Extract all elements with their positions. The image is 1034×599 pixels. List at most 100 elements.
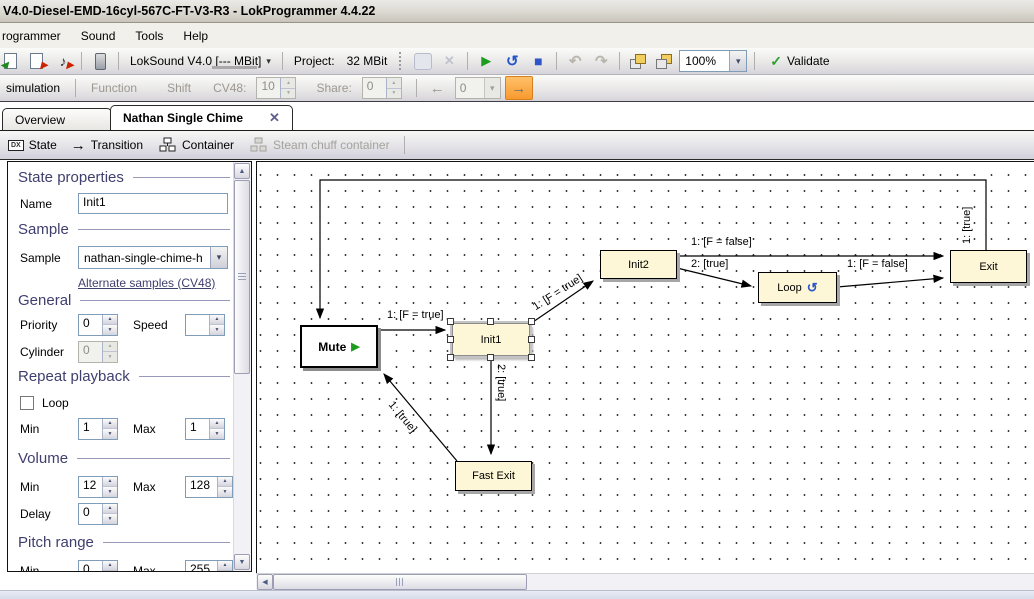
add-transition-button[interactable]: → Transition: [71, 137, 143, 154]
tab-overview[interactable]: Overview: [2, 108, 112, 130]
delay-stepper[interactable]: 0 ▲▼: [78, 503, 118, 525]
state-button-label: State: [29, 138, 57, 152]
step-value: 0: [456, 81, 484, 95]
share-stepper-disabled: 0 ▲▼: [362, 77, 402, 99]
export-arrow-icon: ▶: [66, 61, 74, 71]
add-state-button[interactable]: DX State: [8, 138, 57, 152]
state-node-exit[interactable]: Exit: [950, 250, 1027, 283]
separator: [118, 52, 119, 70]
spin-down-icon: ▼: [103, 429, 117, 439]
repeat-max-stepper[interactable]: 1 ▲▼: [185, 418, 225, 440]
project-label: Project:: [290, 54, 339, 68]
play-button[interactable]: ▶: [475, 51, 497, 71]
container-button-label: Container: [182, 138, 234, 152]
spin-up-icon: ▲: [103, 419, 117, 430]
menu-tools[interactable]: Tools: [126, 26, 174, 46]
volume-min-stepper[interactable]: 12 ▲▼: [78, 476, 118, 498]
add-container-button[interactable]: Container: [159, 137, 234, 153]
export-project-button[interactable]: ▶: [26, 51, 48, 71]
simulation-mode-label: simulation: [0, 81, 68, 95]
transition-label-init2-loop: 2: [true]: [691, 258, 728, 270]
diagram-toolbar: DX State → Transition Container Steam ch…: [0, 131, 1034, 160]
state-node-fast-exit[interactable]: Fast Exit: [455, 461, 532, 491]
play-icon: ▶: [351, 340, 359, 353]
spin-down-icon: ▼: [103, 514, 117, 524]
separator: [619, 52, 620, 70]
resize-handle[interactable]: [528, 354, 535, 361]
export-arrow-icon: ▶: [40, 61, 48, 71]
chevron-down-icon: ▾: [266, 56, 271, 67]
state-node-mute[interactable]: Mute ▶: [300, 325, 378, 368]
tab-nathan-single-chime[interactable]: Nathan Single Chime ✕: [110, 105, 293, 130]
separator: [75, 79, 76, 97]
name-label: Name: [20, 197, 78, 211]
name-field[interactable]: Init1: [78, 193, 228, 214]
state-node-init1[interactable]: Init1: [452, 323, 530, 356]
validate-label: Validate: [787, 54, 829, 68]
resize-handle[interactable]: [528, 336, 535, 343]
resize-handle[interactable]: [447, 336, 454, 343]
pitch-max-stepper[interactable]: 255 ▲▼: [185, 560, 233, 572]
main-toolbar: ◀ ▶ ♪ ▶ LokSound V4.0 [--- MBit] ▾ Proje…: [0, 48, 1034, 75]
volume-max-stepper[interactable]: 128 ▲▼: [185, 476, 233, 498]
menu-programmer[interactable]: rogrammer: [0, 26, 72, 46]
state-node-init2[interactable]: Init2: [600, 250, 677, 279]
spin-up-icon: ▲: [218, 561, 232, 572]
sample-dropdown[interactable]: nathan-single-chime-h ▾: [78, 246, 228, 269]
cancel-button-disabled: ✕: [438, 51, 460, 71]
state-label: Init2: [628, 259, 649, 271]
scrollbar-thumb[interactable]: [273, 574, 527, 590]
state-node-loop[interactable]: Loop ↺: [758, 272, 837, 303]
alternate-samples-link[interactable]: Alternate samples (CV48): [78, 276, 215, 290]
state-diagram-canvas[interactable]: 1: [true] 1: [F = true] 1: [F = true] 1:…: [256, 161, 1034, 573]
transition-label-loop-exit: 1: [F = false]: [847, 258, 908, 270]
zoom-in-button[interactable]: [627, 51, 649, 71]
canvas-horizontal-scrollbar[interactable]: ◀: [256, 573, 1034, 591]
resize-handle[interactable]: [487, 354, 494, 361]
resize-handle[interactable]: [447, 318, 454, 325]
chevron-down-icon: ▾: [729, 51, 746, 71]
panel-content: State properties Name Init1 Sample Sampl…: [8, 162, 234, 571]
scroll-left-icon[interactable]: ◀: [257, 574, 273, 590]
speed-value: [186, 315, 209, 335]
validate-button[interactable]: ✓ Validate: [762, 53, 837, 70]
menu-help[interactable]: Help: [174, 26, 219, 46]
speed-stepper[interactable]: ▲▼: [185, 314, 225, 336]
scroll-down-icon[interactable]: ▼: [234, 554, 250, 570]
panel-scrollbar[interactable]: ▲ ▼: [233, 162, 251, 571]
pitch-min-stepper[interactable]: 0 ▲▼: [78, 560, 118, 572]
cv48-value: 10: [257, 78, 280, 98]
programmer-icon: [95, 53, 106, 70]
decoder-type-dropdown[interactable]: LokSound V4.0 [--- MBit] ▾: [126, 54, 275, 68]
pitch-max-value: 255: [186, 561, 217, 572]
stop-button[interactable]: ■: [527, 51, 549, 71]
tab-strip: Overview Nathan Single Chime ✕: [0, 102, 1034, 131]
resize-handle[interactable]: [447, 354, 454, 361]
programmer-device-button[interactable]: [89, 51, 111, 71]
volume-heading: Volume: [18, 450, 230, 467]
priority-stepper[interactable]: 0 ▲▼: [78, 314, 118, 336]
resize-handle[interactable]: [528, 318, 535, 325]
zoom-level-dropdown[interactable]: 100% ▾: [679, 50, 747, 72]
import-project-button[interactable]: ◀: [0, 51, 22, 71]
loop-checkbox[interactable]: [20, 396, 34, 410]
separator: [467, 52, 468, 70]
menu-sound[interactable]: Sound: [72, 26, 127, 46]
close-tab-icon[interactable]: ✕: [269, 110, 280, 126]
forward-arrow-icon: →: [511, 80, 526, 97]
zoom-out-button[interactable]: [653, 51, 675, 71]
container-icon: [159, 137, 177, 153]
toolbar-grip[interactable]: [399, 52, 404, 70]
transition-label-fastexit-mute: 1: [true]: [386, 399, 419, 435]
project-size-value: 32 MBit: [343, 54, 392, 68]
step-forward-button[interactable]: →: [505, 76, 533, 100]
cascade-windows-icon: [655, 53, 673, 69]
scrollbar-thumb[interactable]: [234, 180, 250, 374]
resize-handle[interactable]: [487, 318, 494, 325]
spin-up-icon: ▲: [281, 78, 295, 89]
repeat-min-stepper[interactable]: 1 ▲▼: [78, 418, 118, 440]
scroll-up-icon[interactable]: ▲: [234, 163, 250, 179]
state-icon: DX: [8, 140, 24, 151]
refresh-button[interactable]: ↺: [501, 51, 523, 71]
export-sound-button[interactable]: ♪ ▶: [52, 51, 74, 71]
